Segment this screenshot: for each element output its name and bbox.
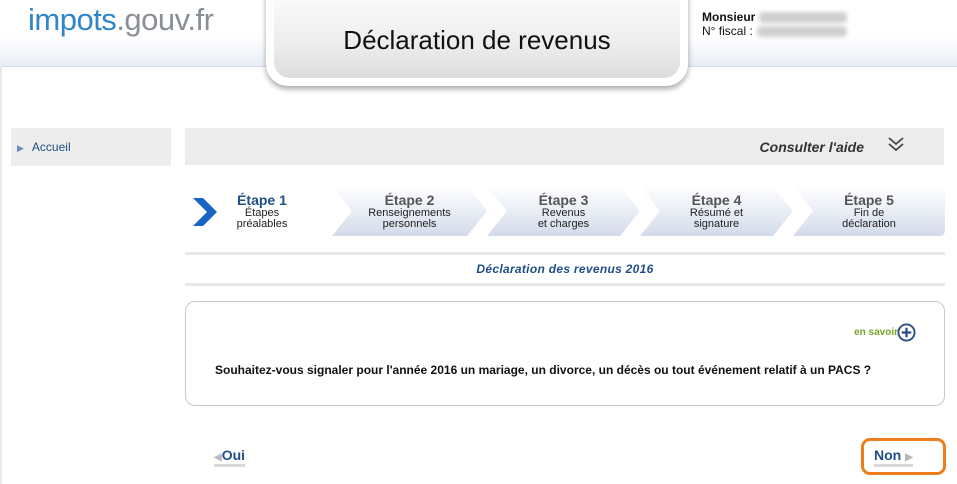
oui-button[interactable]: ◀Oui bbox=[214, 447, 246, 467]
step-4: Étape 4 Résumé et signature bbox=[640, 186, 793, 236]
non-label: Non bbox=[874, 447, 902, 463]
step-4-line2: signature bbox=[693, 218, 740, 230]
step-3-label: Étape 3 bbox=[538, 192, 589, 208]
step-4-label: Étape 4 bbox=[691, 192, 742, 208]
plus-circle-icon[interactable] bbox=[897, 323, 916, 342]
declaration-title: Déclaration des revenus 2016 bbox=[476, 262, 654, 276]
step-1-label: Étape 1 bbox=[237, 192, 287, 208]
triangle-left-icon: ◀ bbox=[214, 452, 222, 463]
help-link[interactable]: Consulter l'aide bbox=[760, 139, 864, 155]
step-1-line2: préalables bbox=[236, 218, 288, 230]
page-title-tab: Déclaration de revenus bbox=[266, 0, 688, 86]
redacted-fiscal-number bbox=[756, 26, 847, 38]
step-2-label: Étape 2 bbox=[384, 192, 435, 208]
help-bar: Consulter l'aide bbox=[185, 128, 944, 165]
step-3-line2: et charges bbox=[537, 218, 590, 230]
user-title: Monsieur bbox=[702, 10, 756, 24]
step-5: Étape 5 Fin de déclaration bbox=[793, 186, 945, 236]
sidebar-item-accueil[interactable]: ▶ Accueil bbox=[17, 140, 71, 154]
user-info: Monsieur N° fiscal : bbox=[702, 10, 848, 38]
logo-part-impots: impots bbox=[28, 2, 117, 37]
step-3: Étape 3 Revenus et charges bbox=[487, 186, 640, 236]
step-2: Étape 2 Renseignements personnels bbox=[332, 186, 487, 236]
page-left-border bbox=[0, 66, 2, 484]
step-5-label: Étape 5 bbox=[844, 192, 894, 208]
page-title: Déclaration de revenus bbox=[343, 24, 611, 55]
fiscal-label: N° fiscal : bbox=[702, 24, 753, 38]
divider-top bbox=[185, 252, 945, 255]
step-1: Étape 1 Étapes préalables bbox=[185, 186, 333, 236]
page-title-panel: Déclaration de revenus bbox=[274, 0, 680, 78]
double-chevron-down-icon[interactable] bbox=[886, 134, 906, 154]
question-box: en savoir Souhaitez-vous signaler pour l… bbox=[185, 301, 945, 406]
step-progress: Étape 1 Étapes préalables Étape 2 Rensei… bbox=[185, 186, 945, 236]
sidebar: ▶ Accueil bbox=[11, 128, 171, 166]
redacted-name bbox=[759, 12, 848, 24]
chevron-right-icon bbox=[193, 198, 217, 226]
triangle-right-icon: ▶ bbox=[17, 143, 24, 153]
oui-label: Oui bbox=[221, 447, 246, 463]
step-2-line2: personnels bbox=[382, 218, 437, 230]
triangle-right-icon: ▶ bbox=[905, 452, 913, 463]
sidebar-item-label: Accueil bbox=[31, 140, 71, 154]
en-savoir-link[interactable]: en savoir bbox=[854, 327, 898, 338]
non-button[interactable]: Non ▶ bbox=[874, 447, 913, 467]
question-text: Souhaitez-vous signaler pour l'année 201… bbox=[215, 363, 872, 377]
site-logo[interactable]: impots.gouv.fr bbox=[28, 2, 214, 38]
logo-part-domain: .gouv.fr bbox=[116, 2, 214, 37]
divider-bottom bbox=[185, 283, 945, 286]
step-5-line2: déclaration bbox=[842, 218, 896, 230]
